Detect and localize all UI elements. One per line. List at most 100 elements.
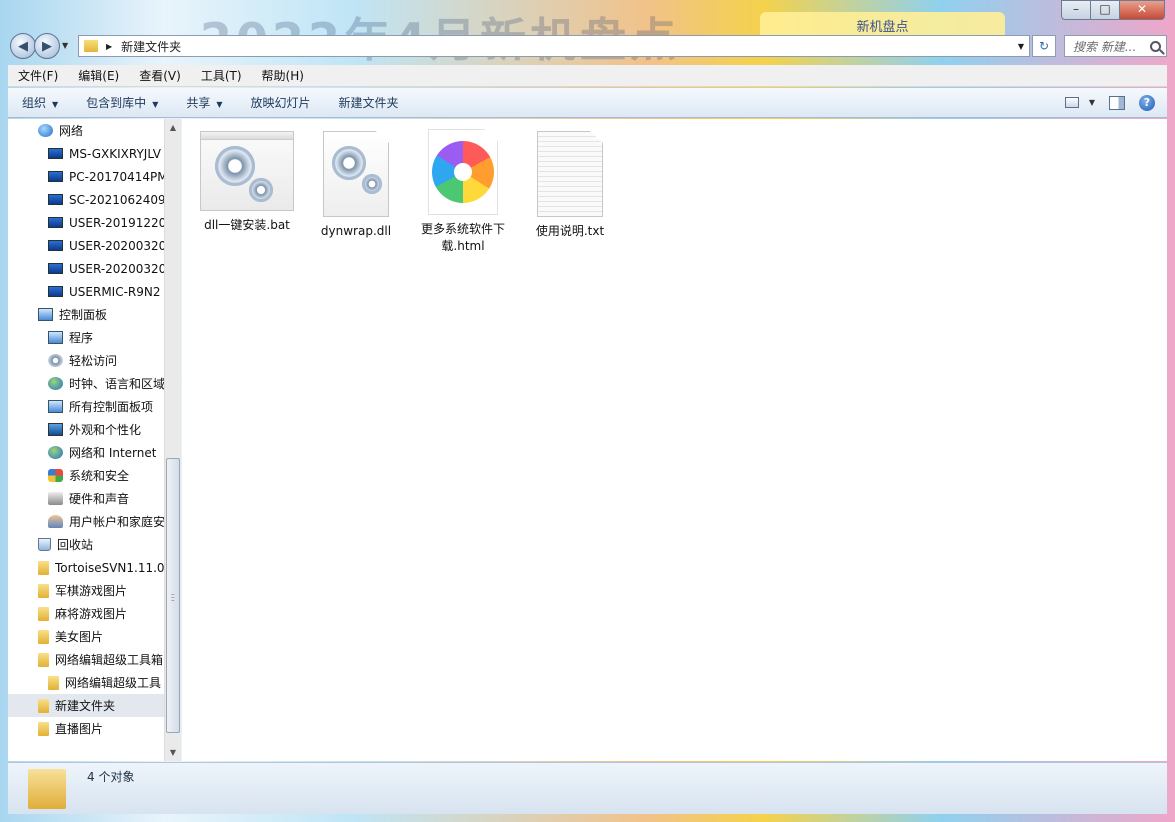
menu-view[interactable]: 查看(V) — [129, 67, 191, 84]
file-item[interactable]: 使用说明.txt — [515, 131, 625, 240]
nav-item[interactable]: USER-20200320( — [8, 257, 164, 280]
file-item[interactable]: dynwrap.dll — [301, 131, 411, 240]
item-count: 4 个对象 — [87, 770, 135, 784]
nav-item[interactable]: 回收站 — [8, 533, 164, 556]
share-label: 共享 — [186, 96, 211, 110]
nav-item-label: 网络编辑超级工具 — [65, 676, 162, 690]
nav-item-label: 网络编辑超级工具箱 — [55, 653, 164, 667]
nav-item[interactable]: TortoiseSVN1.11.0 — [8, 556, 164, 579]
nav-item[interactable]: 外观和个性化 — [8, 418, 164, 441]
nav-item-label: USERMIC-R9N2 — [69, 284, 161, 299]
chevron-down-icon: ▼ — [152, 100, 159, 109]
nav-item[interactable]: 直播图片 — [8, 717, 164, 740]
forward-arrow-icon: ▶ — [42, 38, 52, 54]
command-bar: 组织 ▼ 包含到库中 ▼ 共享 ▼ 放映幻灯片 新建文件夹 ▼ ? — [8, 88, 1167, 118]
nav-item[interactable]: 网络和 Internet — [8, 441, 164, 464]
appearance-icon — [48, 423, 63, 436]
organize-label: 组织 — [22, 96, 47, 110]
nav-item[interactable]: 网络编辑超级工具箱 — [8, 648, 164, 671]
share-button[interactable]: 共享 ▼ — [172, 94, 236, 111]
breadcrumb-chevron-icon[interactable]: ▶ — [106, 42, 112, 51]
scrollbar-thumb[interactable]: – – – — [166, 458, 180, 733]
explorer-window: 2022年4月新机盘点 新机盘点 – □ ✕ ◀ ▶ ▼ ▶ 新建文件夹 ▼ ↻… — [0, 0, 1175, 822]
include-library-label: 包含到库中 — [86, 96, 147, 110]
nav-item[interactable]: 美女图片 — [8, 625, 164, 648]
nav-item[interactable]: 系统和安全 — [8, 464, 164, 487]
search-icon[interactable] — [1150, 40, 1161, 52]
programs-icon — [48, 331, 63, 344]
recycle-bin-icon — [38, 538, 51, 551]
hardware-sound-icon — [48, 492, 63, 505]
forward-button[interactable]: ▶ — [34, 33, 60, 59]
nav-item[interactable]: USER-20200320. — [8, 234, 164, 257]
breadcrumb-current[interactable]: 新建文件夹 — [121, 38, 181, 55]
nav-item-label: 程序 — [69, 331, 94, 345]
navigation-pane-scrollbar[interactable]: ▲ – – – ▼ — [164, 119, 181, 761]
nav-item[interactable]: 网络 — [8, 119, 164, 142]
nav-item[interactable]: 时钟、语言和区域 — [8, 372, 164, 395]
file-name: 更多系统软件下载.html — [420, 222, 505, 253]
ease-of-access-icon — [48, 354, 63, 367]
computer-icon — [48, 240, 63, 251]
menu-bar: 文件(F) 编辑(E) 查看(V) 工具(T) 帮助(H) — [8, 65, 1167, 87]
menu-tools[interactable]: 工具(T) — [191, 67, 252, 84]
folder-icon — [38, 629, 49, 644]
nav-item[interactable]: USER-20191220I — [8, 211, 164, 234]
nav-item-label: 用户帐户和家庭安 — [69, 515, 164, 529]
file-name: 使用说明.txt — [535, 224, 605, 238]
chevron-down-icon: ▼ — [52, 100, 59, 109]
computer-icon — [48, 171, 63, 182]
new-folder-button[interactable]: 新建文件夹 — [325, 94, 413, 111]
menu-edit[interactable]: 编辑(E) — [68, 67, 129, 84]
nav-item[interactable]: 新建文件夹 — [8, 694, 164, 717]
nav-item[interactable]: 用户帐户和家庭安 — [8, 510, 164, 533]
nav-item[interactable]: 军棋游戏图片 — [8, 579, 164, 602]
nav-item[interactable]: MS-GXKIXRYJLV — [8, 142, 164, 165]
scroll-down-arrow-icon[interactable]: ▼ — [165, 744, 181, 761]
nav-item-label: 外观和个性化 — [69, 423, 142, 437]
network-internet-icon — [48, 446, 63, 459]
minimize-button[interactable]: – — [1061, 0, 1091, 20]
address-dropdown-icon[interactable]: ▼ — [1013, 42, 1029, 51]
include-library-button[interactable]: 包含到库中 ▼ — [72, 94, 172, 111]
nav-item-label: SC-20210624091 — [69, 192, 164, 207]
organize-button[interactable]: 组织 ▼ — [8, 94, 72, 111]
maximize-button[interactable]: □ — [1090, 0, 1120, 20]
nav-item[interactable]: 所有控制面板项 — [8, 395, 164, 418]
address-bar[interactable]: ▶ 新建文件夹 ▼ — [78, 35, 1030, 57]
folder-icon — [38, 721, 49, 736]
recent-pages-dropdown[interactable]: ▼ — [62, 33, 74, 59]
file-name: dynwrap.dll — [320, 224, 392, 238]
nav-item-label: USER-20200320. — [69, 238, 164, 253]
close-button[interactable]: ✕ — [1119, 0, 1165, 20]
nav-item[interactable]: 轻松访问 — [8, 349, 164, 372]
nav-item[interactable]: SC-20210624091 — [8, 188, 164, 211]
menu-file[interactable]: 文件(F) — [8, 67, 68, 84]
computer-icon — [48, 217, 63, 228]
file-item[interactable]: 更多系统软件下载.html — [408, 129, 518, 255]
view-dropdown-icon[interactable]: ▼ — [1089, 98, 1095, 107]
search-input[interactable]: 搜索 新建... — [1064, 35, 1167, 57]
file-item[interactable]: dll一键安装.bat — [192, 131, 302, 234]
change-view-icon[interactable] — [1064, 97, 1079, 108]
preview-pane-icon[interactable] — [1109, 95, 1125, 110]
caption-buttons: – □ ✕ — [1061, 0, 1165, 20]
nav-item[interactable]: 控制面板 — [8, 303, 164, 326]
help-icon[interactable]: ? — [1139, 94, 1155, 111]
scroll-up-arrow-icon[interactable]: ▲ — [165, 119, 181, 136]
slideshow-button[interactable]: 放映幻灯片 — [237, 94, 325, 111]
nav-item[interactable]: 网络编辑超级工具 — [8, 671, 164, 694]
nav-item[interactable]: 硬件和声音 — [8, 487, 164, 510]
nav-item[interactable]: 程序 — [8, 326, 164, 349]
nav-item[interactable]: PC-20170414PM — [8, 165, 164, 188]
back-button[interactable]: ◀ — [10, 33, 36, 59]
computer-icon — [48, 263, 63, 274]
nav-item[interactable]: USERMIC-R9N2 — [8, 280, 164, 303]
nav-item[interactable]: 麻将游戏图片 — [8, 602, 164, 625]
nav-item-label: 硬件和声音 — [69, 492, 130, 506]
nav-buttons: ◀ ▶ ▼ — [10, 33, 74, 59]
navigation-pane: 网络 MS-GXKIXRYJLV PC-20170414PM SC-202106240… — [8, 119, 164, 761]
nav-item-label: 直播图片 — [55, 722, 104, 736]
menu-help[interactable]: 帮助(H) — [252, 67, 314, 84]
refresh-button[interactable]: ↻ — [1032, 35, 1056, 57]
